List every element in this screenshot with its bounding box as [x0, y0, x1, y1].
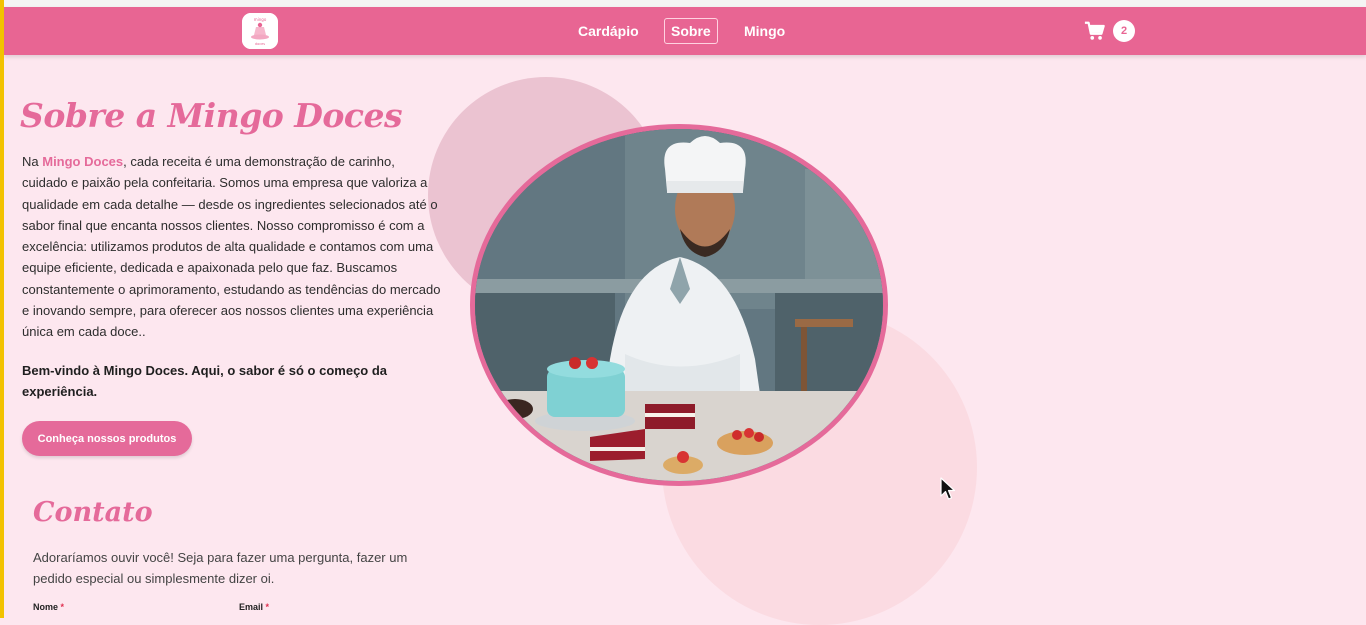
name-label-text: Nome [33, 602, 59, 612]
svg-text:doces: doces [255, 42, 265, 46]
about-title: Sobre a Mingo Doces [20, 96, 403, 135]
contact-title: Contato [33, 497, 153, 528]
window-edge [0, 0, 4, 618]
contact-description: Adoraríamos ouvir você! Seja para fazer … [33, 550, 408, 586]
required-marker: * [60, 602, 65, 612]
browser-top-strip [0, 0, 1366, 7]
about-intro-rest: , cada receita é uma demonstração de car… [22, 154, 441, 340]
required-marker: * [265, 602, 270, 612]
mouse-pointer-icon [940, 477, 956, 500]
nav-cardapio[interactable]: Cardápio [572, 18, 645, 44]
welcome-text: Bem-vindo à Mingo Doces. Aqui, o sabor é… [22, 363, 388, 399]
nav-mingo[interactable]: Mingo [738, 18, 791, 44]
about-description: Na Mingo Doces, cada receita é uma demon… [22, 151, 442, 343]
nav-sobre[interactable]: Sobre [664, 18, 718, 44]
mingo-doces-logo-icon: mingo doces [242, 13, 278, 49]
chef-photo [470, 124, 888, 486]
email-field-label: Email * [239, 602, 269, 612]
name-field-label: Nome * [33, 602, 64, 612]
about-intro-prefix: Na [22, 154, 43, 169]
logo[interactable]: mingo doces [242, 13, 278, 49]
navbar: mingo doces Cardápio Sobre Mingo 2 [4, 7, 1366, 55]
cart-button[interactable]: 2 [1084, 19, 1140, 43]
shopping-cart-icon [1084, 21, 1105, 40]
chef-with-cakes-image [475, 129, 883, 481]
email-label-text: Email [239, 602, 264, 612]
svg-text:mingo: mingo [254, 17, 267, 22]
view-products-button[interactable]: Conheça nossos produtos [22, 421, 192, 456]
brand-name-highlight: Mingo Doces [42, 154, 124, 169]
cart-count-badge: 2 [1113, 20, 1135, 42]
